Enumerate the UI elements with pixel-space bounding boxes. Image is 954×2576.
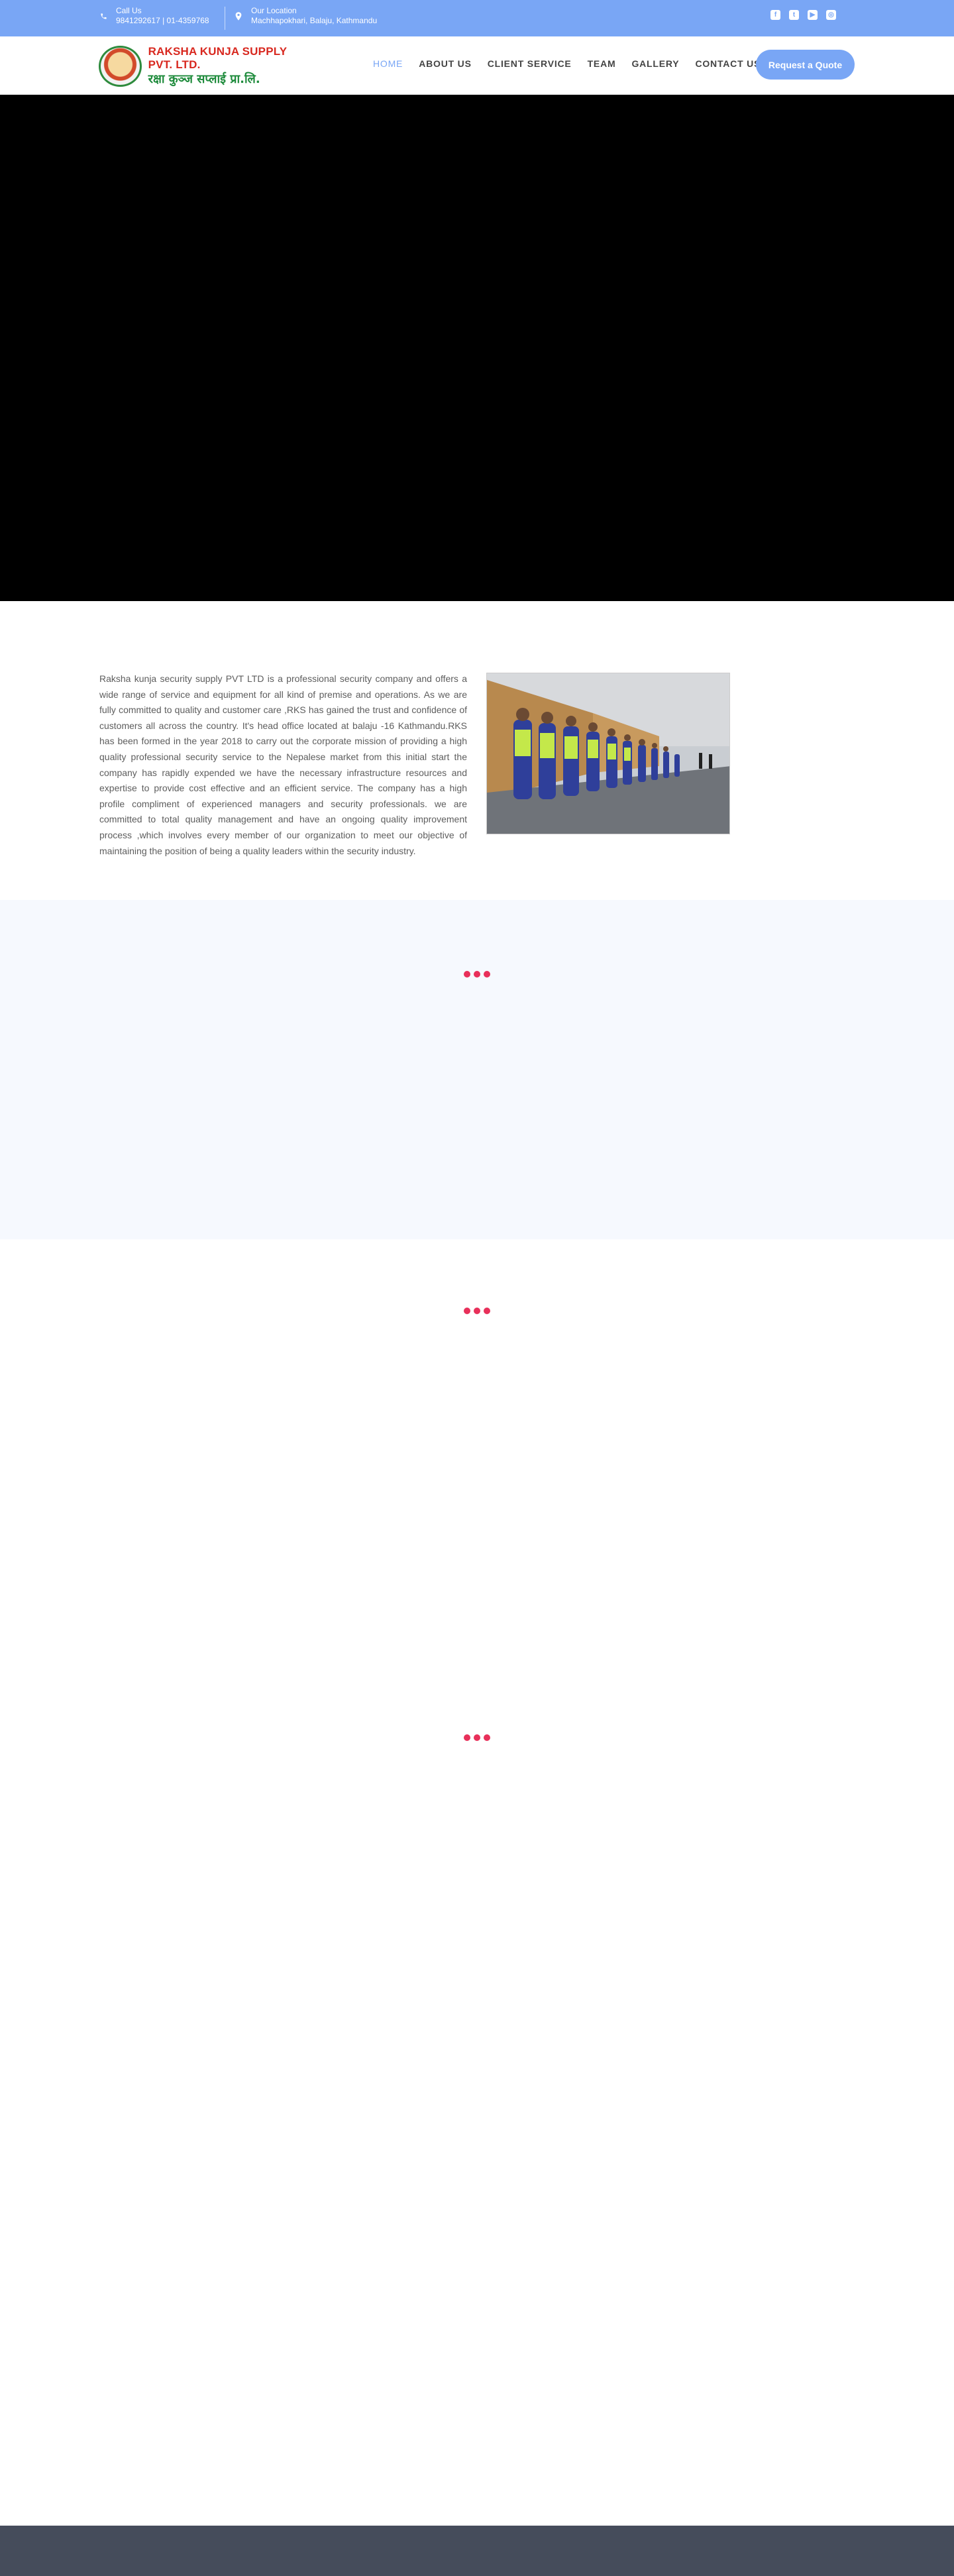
main-nav: HOME ABOUT US CLIENT SERVICE TEAM GALLER… [373, 58, 776, 69]
about-paragraph: Raksha kunja security supply PVT LTD is … [99, 673, 467, 856]
nav-about-us[interactable]: ABOUT US [419, 58, 472, 69]
loading-indicator-2 [464, 1308, 490, 1314]
loader-dot [464, 971, 470, 978]
nav-team[interactable]: TEAM [588, 58, 616, 69]
loader-dot [474, 971, 480, 978]
loader-dot [484, 971, 490, 978]
facebook-icon[interactable]: f [770, 10, 780, 20]
instagram-icon[interactable]: ◎ [826, 10, 836, 20]
client-service-section [0, 900, 954, 1239]
logo-emblem-icon [99, 46, 142, 87]
nav-home[interactable]: HOME [373, 58, 403, 69]
site-footer [0, 2526, 954, 2576]
loader-dot [474, 1308, 480, 1314]
loader-dot [484, 1734, 490, 1741]
call-value: 9841292617 | 01-4359768 [116, 16, 209, 25]
twitter-icon[interactable]: t [789, 10, 799, 20]
site-header: RAKSHA KUNJA SUPPLY PVT. LTD. रक्षा कुञ्… [0, 36, 954, 95]
social-links: f t ▶ ◎ [770, 10, 836, 20]
security-guards-image [486, 673, 730, 834]
request-quote-button[interactable]: Request a Quote [756, 50, 855, 80]
loader-dot [484, 1308, 490, 1314]
nav-gallery[interactable]: GALLERY [631, 58, 679, 69]
loader-dot [464, 1734, 470, 1741]
location-value: Machhapokhari, Balaju, Kathmandu [251, 16, 378, 25]
loading-indicator-3 [464, 1734, 490, 1741]
nav-contact-us[interactable]: CONTACT US [695, 58, 761, 69]
logo-title-en: RAKSHA KUNJA SUPPLY PVT. LTD. [148, 45, 287, 71]
hero-slider[interactable] [0, 95, 954, 601]
call-info[interactable]: Call Us 9841292617 | 01-4359768 [99, 6, 209, 26]
youtube-icon[interactable]: ▶ [808, 10, 818, 20]
nav-client-service[interactable]: CLIENT SERVICE [488, 58, 572, 69]
map-pin-icon [234, 11, 243, 21]
top-bar: Call Us 9841292617 | 01-4359768 Our Loca… [0, 0, 954, 36]
call-label: Call Us [116, 6, 142, 15]
location-label: Our Location [251, 6, 297, 15]
site-logo[interactable]: RAKSHA KUNJA SUPPLY PVT. LTD. रक्षा कुञ्… [99, 45, 311, 87]
loader-dot [474, 1734, 480, 1741]
guards-illustration [487, 673, 729, 834]
loading-indicator-1 [464, 971, 490, 978]
logo-title-np: रक्षा कुञ्ज सप्लाई प्रा.लि. [148, 72, 260, 86]
loader-dot [464, 1308, 470, 1314]
phone-icon [99, 11, 108, 21]
location-info: Our Location Machhapokhari, Balaju, Kath… [234, 6, 377, 26]
